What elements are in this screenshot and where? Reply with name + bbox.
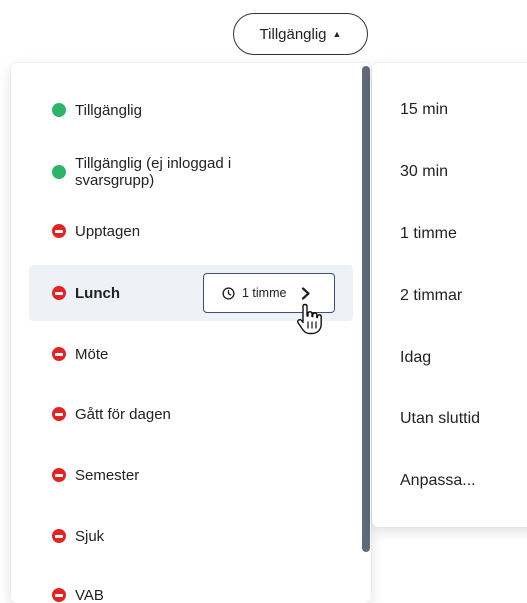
green-dot-icon xyxy=(52,165,66,179)
duration-menu: 15 min 30 min 1 timme 2 timmar Idag Utan… xyxy=(372,63,527,527)
duration-item-utan-sluttid[interactable]: Utan sluttid xyxy=(400,410,480,428)
status-item-label: VAB xyxy=(75,587,104,603)
status-button-label: Tillgänglig xyxy=(260,26,327,43)
status-item-tillganglig-ej-inloggad[interactable]: Tillgänglig (ej inloggad i svarsgrupp) xyxy=(29,151,353,193)
status-item-label: Tillgänglig xyxy=(75,102,142,119)
status-item-label: Semester xyxy=(75,467,139,484)
status-item-label: Upptagen xyxy=(75,223,140,240)
green-dot-icon xyxy=(52,103,66,117)
status-item-label: Tillgänglig (ej inloggad i svarsgrupp) xyxy=(75,155,275,189)
duration-item-anpassa[interactable]: Anpassa... xyxy=(400,472,476,490)
red-minus-icon xyxy=(52,407,66,421)
red-minus-icon xyxy=(52,468,66,482)
caret-up-icon: ▲ xyxy=(333,29,342,39)
status-item-upptagen[interactable]: Upptagen xyxy=(29,216,353,246)
status-dropdown-button[interactable]: Tillgänglig ▲ xyxy=(233,13,368,55)
status-item-sjuk[interactable]: Sjuk xyxy=(29,521,353,551)
status-item-mote[interactable]: Möte xyxy=(29,339,353,369)
status-item-tillganglig[interactable]: Tillgänglig xyxy=(29,95,353,125)
duration-item-1-timme[interactable]: 1 timme xyxy=(400,225,457,243)
chevron-right-icon xyxy=(301,287,311,300)
red-minus-icon xyxy=(52,529,66,543)
status-item-gatt-for-dagen[interactable]: Gått för dagen xyxy=(29,399,353,429)
clock-icon xyxy=(222,287,235,300)
status-item-label: Sjuk xyxy=(75,528,104,545)
red-minus-icon xyxy=(52,224,66,238)
duration-value: 1 timme xyxy=(242,286,286,300)
duration-item-2-timmar[interactable]: 2 timmar xyxy=(400,287,462,305)
red-minus-icon xyxy=(52,286,66,300)
scrollbar-thumb[interactable] xyxy=(362,66,370,552)
duration-item-30-min[interactable]: 30 min xyxy=(400,163,448,181)
duration-item-15-min[interactable]: 15 min xyxy=(400,101,448,119)
status-item-label: Gått för dagen xyxy=(75,406,171,423)
status-item-semester[interactable]: Semester xyxy=(29,460,353,490)
status-item-label: Lunch xyxy=(75,285,120,302)
status-item-label: Möte xyxy=(75,346,108,363)
red-minus-icon xyxy=(52,347,66,361)
duration-item-idag[interactable]: Idag xyxy=(400,349,431,367)
hand-pointer-cursor-icon xyxy=(295,302,323,336)
